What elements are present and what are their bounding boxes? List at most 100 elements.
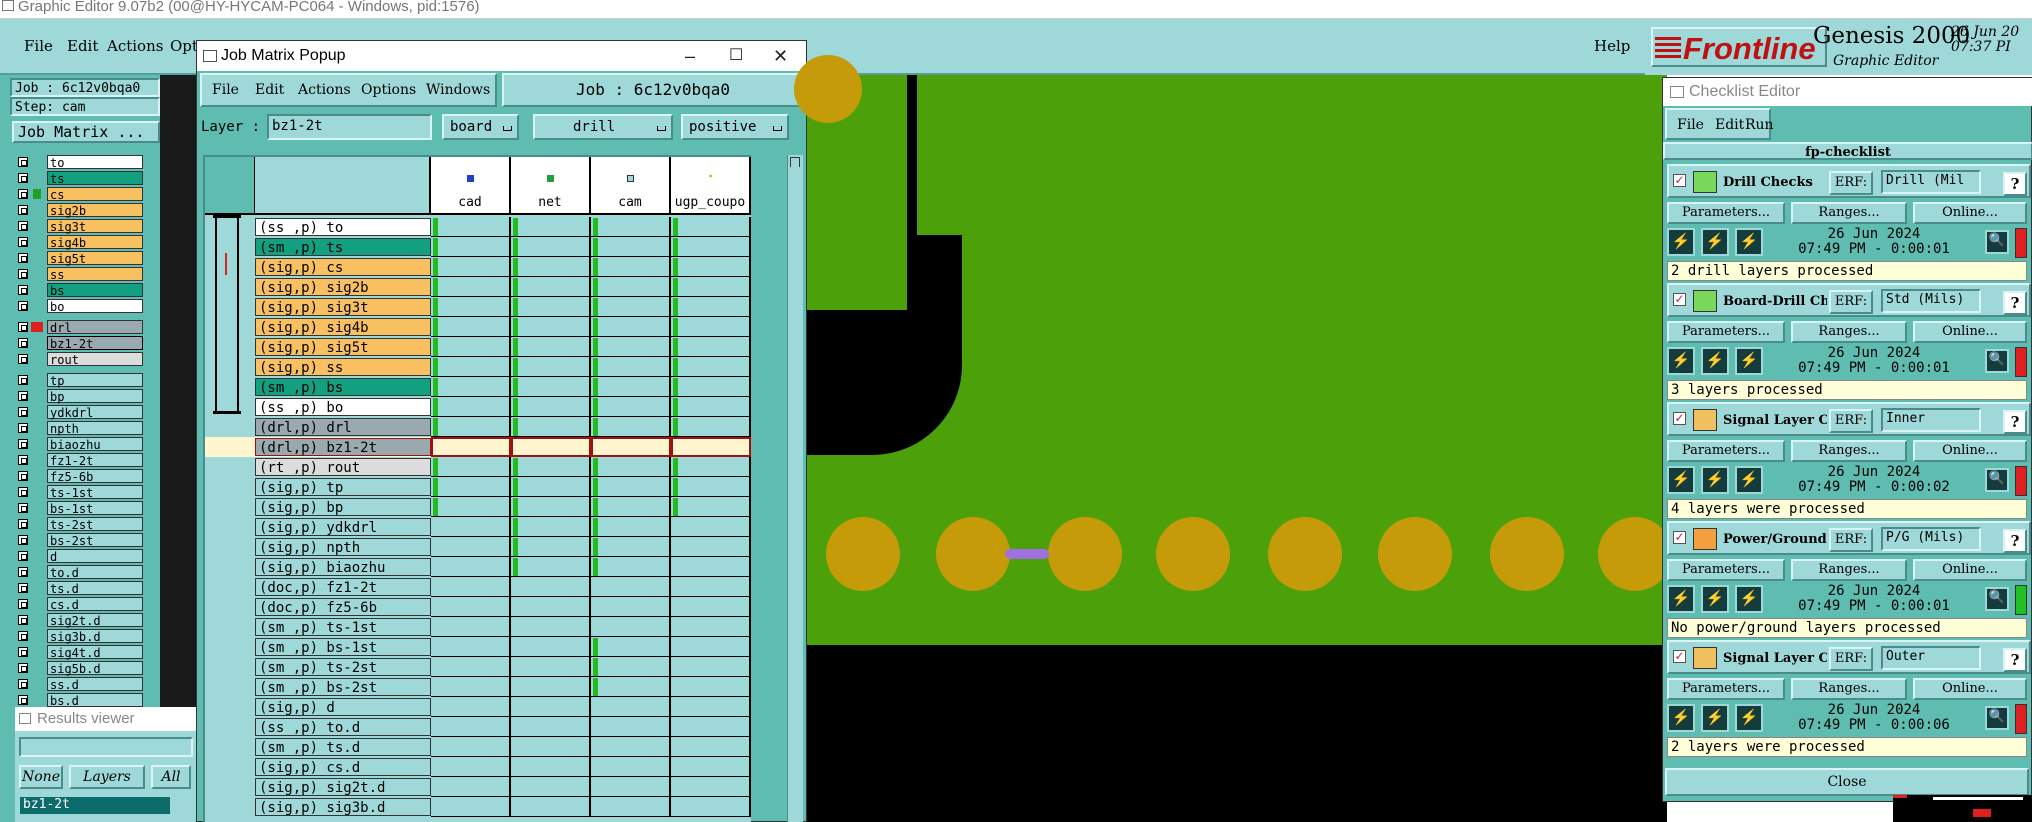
- matrix-row[interactable]: (sm ,p) bs-1st: [205, 637, 751, 657]
- matrix-cell[interactable]: [431, 557, 511, 577]
- run-fast-icon[interactable]: ⚡: [1701, 466, 1729, 494]
- run-fast-icon[interactable]: ⚡: [1701, 704, 1729, 732]
- run-fast-icon[interactable]: ⚡: [1701, 585, 1729, 613]
- ck-menu-file[interactable]: File: [1677, 117, 1704, 133]
- layer-checkbox[interactable]: [18, 157, 28, 167]
- matrix-cell[interactable]: [671, 577, 751, 597]
- matrix-cell[interactable]: [591, 717, 671, 737]
- matrix-cell[interactable]: [591, 517, 671, 537]
- matrix-cell[interactable]: [591, 397, 671, 417]
- matrix-cell[interactable]: [431, 377, 511, 397]
- matrix-cell[interactable]: [431, 217, 511, 237]
- layer-row[interactable]: tp: [12, 372, 143, 388]
- matrix-cell[interactable]: [511, 537, 591, 557]
- matrix-cell[interactable]: [511, 497, 591, 517]
- matrix-layer-name[interactable]: (sig,p) bp: [255, 498, 431, 516]
- layer-row[interactable]: sig3t: [12, 218, 143, 234]
- all-button[interactable]: All: [151, 765, 191, 789]
- layer-row[interactable]: fz5-6b: [12, 468, 143, 484]
- matrix-cell[interactable]: [511, 717, 591, 737]
- menu-actions[interactable]: Actions: [107, 37, 163, 55]
- help-button[interactable]: ?: [2003, 529, 2027, 553]
- matrix-cell[interactable]: [511, 757, 591, 777]
- run-stop-icon[interactable]: ⚡: [1735, 466, 1763, 494]
- matrix-cell[interactable]: [671, 517, 751, 537]
- layer-checkbox[interactable]: [18, 439, 28, 449]
- matrix-layer-name[interactable]: (sm ,p) bs-2st: [255, 678, 431, 696]
- matrix-row[interactable]: (sig,p) sig3b.d: [205, 797, 751, 817]
- matrix-cell[interactable]: [431, 297, 511, 317]
- layer-checkbox[interactable]: [18, 173, 28, 183]
- menu-edit[interactable]: Edit: [67, 37, 98, 55]
- run-stop-icon[interactable]: ⚡: [1735, 585, 1763, 613]
- matrix-cell[interactable]: [511, 557, 591, 577]
- erf-value[interactable]: Outer: [1881, 646, 1981, 670]
- check-name[interactable]: Signal Layer Ch: [1723, 651, 1827, 669]
- matrix-row[interactable]: (sm ,p) bs-2st: [205, 677, 751, 697]
- matrix-layer-name[interactable]: (sm ,p) ts-2st: [255, 658, 431, 676]
- matrix-row[interactable]: (drl,p) bz1-2t: [205, 437, 751, 457]
- jm-menu-actions[interactable]: Actions: [298, 82, 351, 98]
- matrix-cell[interactable]: [671, 637, 751, 657]
- layer-row[interactable]: ts-1st: [12, 484, 143, 500]
- layer-checkbox[interactable]: [18, 423, 28, 433]
- matrix-row[interactable]: (sig,p) ydkdrl: [205, 517, 751, 537]
- matrix-cell[interactable]: [431, 457, 511, 477]
- matrix-cell[interactable]: [671, 617, 751, 637]
- matrix-cell[interactable]: [511, 797, 591, 817]
- menu-options[interactable]: Opt: [170, 37, 198, 55]
- matrix-cell[interactable]: [671, 557, 751, 577]
- matrix-cell[interactable]: [591, 757, 671, 777]
- matrix-cell[interactable]: [591, 477, 671, 497]
- layer-checkbox[interactable]: [18, 322, 28, 332]
- layer-checkbox[interactable]: [18, 599, 28, 609]
- matrix-cell[interactable]: [431, 757, 511, 777]
- layer-row[interactable]: ss.d: [12, 676, 143, 692]
- run-stop-icon[interactable]: ⚡: [1735, 704, 1763, 732]
- matrix-cell[interactable]: [431, 537, 511, 557]
- layer-checkbox[interactable]: [18, 679, 28, 689]
- layer-row[interactable]: npth: [12, 420, 143, 436]
- help-button[interactable]: ?: [2003, 648, 2027, 672]
- matrix-cell[interactable]: [591, 697, 671, 717]
- matrix-cell[interactable]: [511, 697, 591, 717]
- matrix-layer-name[interactable]: (drl,p) bz1-2t: [255, 438, 431, 456]
- layer-checkbox[interactable]: [18, 375, 28, 385]
- matrix-layer-name[interactable]: (sig,p) sig3t: [255, 298, 431, 316]
- matrix-cell[interactable]: [511, 577, 591, 597]
- matrix-cell[interactable]: [591, 237, 671, 257]
- column-header-ugp-coupon[interactable]: ugp_coupo: [671, 157, 751, 215]
- matrix-cell[interactable]: [511, 317, 591, 337]
- param-button[interactable]: Parameters...: [1667, 440, 1785, 462]
- run-icon[interactable]: ⚡: [1667, 228, 1695, 256]
- matrix-cell[interactable]: [431, 677, 511, 697]
- ranges-button[interactable]: Ranges...: [1791, 321, 1907, 343]
- matrix-layer-name[interactable]: (sig,p) ydkdrl: [255, 518, 431, 536]
- matrix-cell[interactable]: [591, 377, 671, 397]
- matrix-cell[interactable]: [431, 257, 511, 277]
- menu-file[interactable]: File: [24, 37, 53, 55]
- layer-checkbox[interactable]: [18, 487, 28, 497]
- erf-button[interactable]: ERF:: [1829, 290, 1873, 314]
- matrix-row[interactable]: (sig,p) bp: [205, 497, 751, 517]
- matrix-cell[interactable]: [431, 657, 511, 677]
- magnify-icon[interactable]: 🔍: [1985, 230, 2009, 254]
- matrix-cell[interactable]: [431, 497, 511, 517]
- matrix-cell[interactable]: [431, 277, 511, 297]
- layer-row[interactable]: ts.d: [12, 580, 143, 596]
- matrix-cell[interactable]: [511, 617, 591, 637]
- matrix-cell[interactable]: [591, 337, 671, 357]
- jm-menu-edit[interactable]: Edit: [255, 82, 284, 98]
- column-header-cam[interactable]: cam: [591, 157, 671, 215]
- matrix-cell[interactable]: [671, 457, 751, 477]
- matrix-cell[interactable]: [591, 737, 671, 757]
- check-name[interactable]: Power/Ground C: [1723, 532, 1827, 550]
- run-fast-icon[interactable]: ⚡: [1701, 347, 1729, 375]
- layer-row[interactable]: drl: [12, 319, 143, 335]
- layer-row[interactable]: bz1-2t: [12, 335, 143, 351]
- layer-checkbox[interactable]: [18, 535, 28, 545]
- matrix-cell[interactable]: [511, 657, 591, 677]
- check-name[interactable]: Signal Layer Ch: [1723, 413, 1827, 431]
- matrix-cell[interactable]: [591, 457, 671, 477]
- matrix-row[interactable]: (sig,p) biaozhu: [205, 557, 751, 577]
